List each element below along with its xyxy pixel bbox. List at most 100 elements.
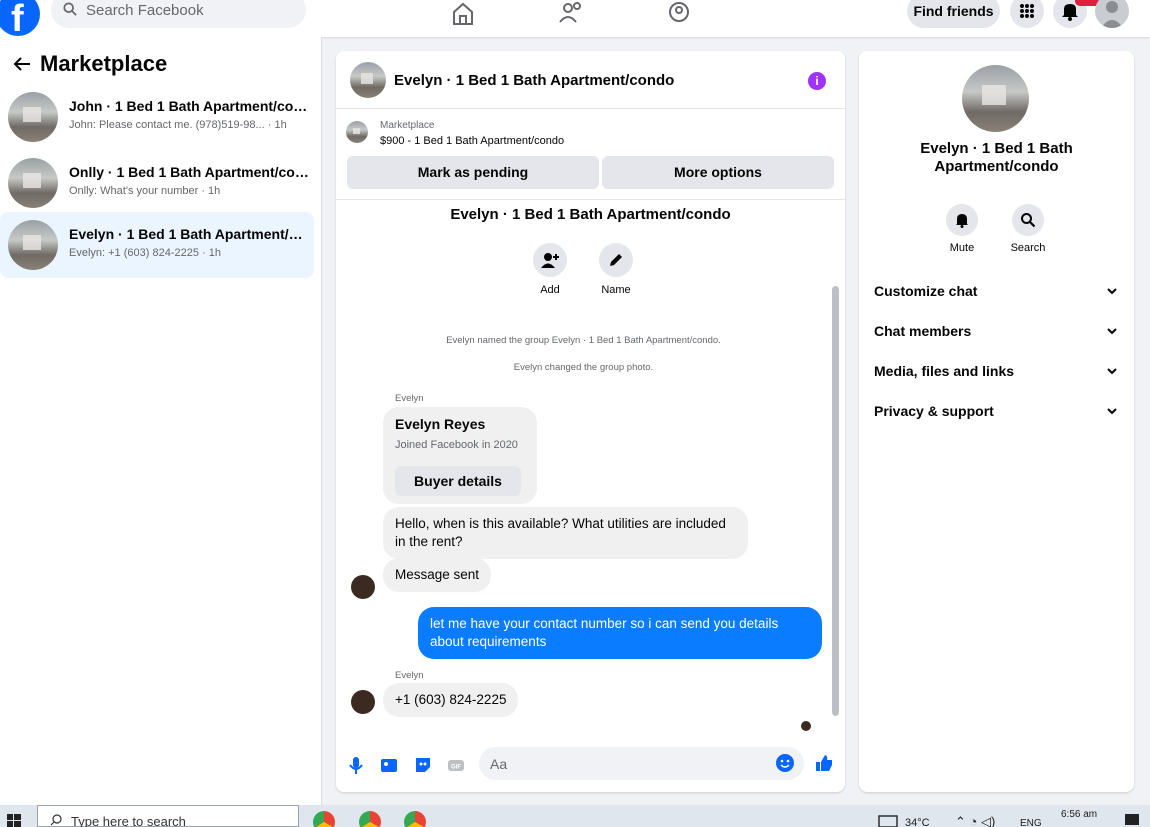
svg-text:GIF: GIF (451, 765, 461, 771)
search-label: Search (1010, 242, 1046, 254)
add-label: Add (540, 284, 560, 296)
conversation-preview: Onlly: What's your number · 1h (69, 185, 221, 197)
pencil-icon (610, 254, 622, 266)
listing-thumbnail[interactable] (346, 121, 368, 143)
notification-center-icon[interactable] (1125, 814, 1139, 827)
media-files-links-section[interactable]: Media, files and links (874, 363, 1124, 379)
mute-label: Mute (949, 242, 975, 254)
chrome-icon[interactable] (404, 811, 426, 827)
message-bubble[interactable]: +1 (603) 824-2225 (383, 683, 519, 717)
chevron-down-icon (1107, 368, 1117, 375)
conversation-item-evelyn[interactable]: Evelyn · 1 Bed 1 Bath Apartment/condo Ev… (0, 212, 314, 278)
conversation-details-panel: Evelyn · 1 Bed 1 Bath Apartment/condo Mu… (859, 51, 1134, 792)
message-input[interactable]: Aa (479, 747, 804, 780)
section-label: Chat members (874, 323, 972, 339)
conversation-title: Onlly · 1 Bed 1 Bath Apartment/condo (69, 164, 309, 180)
chevron-down-icon (1107, 328, 1117, 335)
chrome-icon[interactable] (359, 811, 381, 827)
menu-grid-button[interactable] (1010, 0, 1044, 28)
search-conversation-button[interactable]: Search (1003, 204, 1053, 254)
section-label: Privacy & support (874, 403, 994, 419)
listing-thumbnail (8, 92, 58, 142)
sticker-icon[interactable] (413, 755, 433, 775)
conversation-item-onlly[interactable]: Onlly · 1 Bed 1 Bath Apartment/condo Onl… (0, 150, 314, 216)
chat-title[interactable]: Evelyn · 1 Bed 1 Bath Apartment/condo (394, 72, 674, 89)
language-indicator[interactable]: ENG (1020, 818, 1042, 827)
windows-taskbar: Type here to search 34°C ⌃ ◔ ◁) ENG 6:56… (0, 805, 1150, 827)
name-label: Name (601, 284, 631, 296)
buyer-name: Evelyn Reyes (395, 416, 486, 432)
add-person-icon (541, 253, 559, 268)
microphone-icon[interactable] (346, 755, 366, 775)
groups-icon[interactable] (664, 0, 694, 28)
conversation-title: Evelyn · 1 Bed 1 Bath Apartment/condo (69, 226, 309, 242)
gif-icon[interactable]: GIF (446, 755, 466, 775)
info-icon[interactable]: i (808, 72, 826, 90)
search-icon (1021, 213, 1036, 228)
customize-chat-section[interactable]: Customize chat (874, 283, 1124, 299)
conversation-preview: John: Please contact me. (978)519-98... … (69, 119, 287, 131)
sender-name: Evelyn (395, 670, 424, 681)
bell-icon (956, 214, 968, 228)
tray-icons[interactable]: ⌃ ◔ ◁) (955, 814, 995, 827)
conversation-item-john[interactable]: John · 1 Bed 1 Bath Apartment/condo John… (0, 84, 314, 150)
user-icon (1101, 1, 1123, 28)
group-title: Evelyn · 1 Bed 1 Bath Apartment/condo (450, 206, 731, 223)
search-placeholder: Search Facebook (86, 2, 204, 19)
clock-time[interactable]: 6:56 am (1061, 809, 1097, 820)
buyer-profile-card: Evelyn Reyes Joined Facebook in 2020 Buy… (383, 407, 537, 504)
conversation-preview: Evelyn: +1 (603) 824-2225 · 1h (69, 247, 221, 259)
sender-avatar (351, 575, 375, 599)
sidebar-header: Marketplace (12, 51, 167, 77)
listing-thumbnail (8, 220, 58, 270)
emoji-icon[interactable] (775, 753, 795, 773)
chevron-down-icon (1107, 288, 1117, 295)
message-bubble[interactable]: Message sent (383, 558, 492, 592)
name-group-button[interactable]: Name (586, 243, 646, 296)
search-icon (50, 814, 62, 826)
search-icon (63, 2, 77, 16)
back-arrow-icon[interactable] (12, 56, 32, 72)
chrome-icon[interactable] (313, 811, 335, 827)
find-friends-button[interactable]: Find friends (907, 0, 1000, 28)
buyer-joined: Joined Facebook in 2020 (395, 439, 518, 451)
add-member-button[interactable]: Add (520, 243, 580, 296)
friends-icon[interactable] (556, 0, 586, 28)
thumbs-up-icon[interactable] (814, 753, 834, 773)
buyer-details-button[interactable]: Buyer details (395, 466, 521, 496)
weather-icon[interactable] (878, 815, 898, 827)
chat-members-section[interactable]: Chat members (874, 323, 1124, 339)
photo-icon[interactable] (379, 755, 399, 775)
facebook-logo[interactable]: f (0, 0, 40, 40)
search-facebook-input[interactable]: Search Facebook (51, 0, 306, 28)
scrollbar[interactable] (832, 286, 839, 716)
system-message: Evelyn named the group Evelyn · 1 Bed 1 … (446, 335, 721, 346)
grid-icon (1020, 4, 1034, 18)
details-name: Evelyn · 1 Bed 1 Bath Apartment/condo (920, 140, 1073, 175)
section-label: Media, files and links (874, 363, 1015, 379)
details-avatar[interactable] (962, 65, 1029, 132)
seen-avatar (801, 721, 811, 731)
taskbar-search-box[interactable]: Type here to search (37, 805, 299, 827)
windows-start-icon[interactable] (7, 814, 21, 827)
sender-name: Evelyn (395, 393, 424, 404)
system-message: Evelyn changed the group photo. (513, 362, 654, 373)
message-bubble[interactable]: Hello, when is this available? What util… (383, 507, 748, 559)
listing-price[interactable]: $900 - 1 Bed 1 Bath Apartment/condo (380, 135, 564, 147)
message-thread[interactable]: Evelyn · 1 Bed 1 Bath Apartment/condo Ad… (336, 199, 845, 739)
privacy-support-section[interactable]: Privacy & support (874, 403, 1124, 419)
chat-avatar[interactable] (350, 62, 386, 98)
temperature[interactable]: 34°C (905, 817, 930, 827)
top-navigation-bar: f Search Facebook Find friends (0, 0, 1150, 40)
listing-source: Marketplace (380, 120, 435, 131)
account-avatar[interactable] (1095, 0, 1129, 28)
mute-button[interactable]: Mute (937, 204, 987, 254)
section-label: Customize chat (874, 283, 978, 299)
outgoing-message-bubble[interactable]: let me have your contact number so i can… (418, 607, 822, 659)
mark-as-pending-button[interactable]: Mark as pending (347, 156, 599, 189)
home-icon[interactable] (448, 0, 478, 28)
message-input-placeholder: Aa (490, 756, 508, 772)
listing-thumbnail (8, 158, 58, 208)
marketplace-sidebar: Marketplace John · 1 Bed 1 Bath Apartmen… (0, 37, 322, 805)
more-options-button[interactable]: More options (602, 156, 834, 189)
